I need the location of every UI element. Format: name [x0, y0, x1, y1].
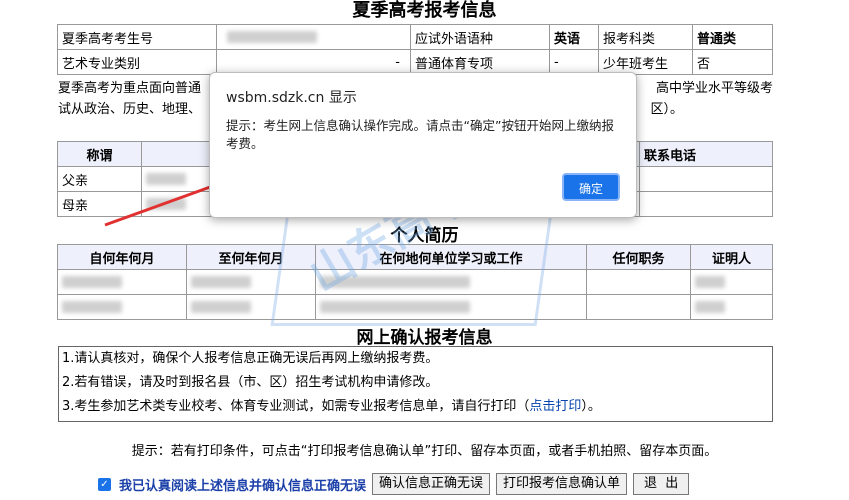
family-phone [639, 166, 773, 192]
resume-position [586, 269, 691, 295]
exam-no-value [216, 24, 411, 50]
info-table: 夏季高考考生号 应试外语语种 英语 报考科类 普通类 艺术专业类别 - 普通体育… [57, 24, 773, 75]
junior-value: 否 [692, 49, 773, 75]
exit-button[interactable]: 退 出 [633, 473, 690, 495]
notice-item-2: 2.若有错误，请及时到报名县（市、区）招生考试机构申请修改。 [62, 375, 439, 390]
art-label: 艺术专业类别 [57, 49, 217, 75]
redacted-value [695, 301, 725, 313]
dialog-message: 提示：考生网上信息确认操作完成。请点击“确定”按钮开始网上缴纳报考费。 [226, 118, 614, 151]
subject-value: 普通类 [692, 24, 773, 50]
resume-position [586, 294, 691, 320]
confirm-info-button[interactable]: 确认信息正确无误 [372, 473, 491, 495]
redacted-value [695, 276, 725, 288]
resume-witness [690, 269, 773, 295]
notice-box: 1.请认真核对，确保个人报考信息正确无误后再网上缴纳报考费。 2.若有错误，请及… [58, 346, 773, 422]
intro-line1-right: 高中学业水平等级考 [655, 81, 773, 96]
alert-dialog: wsbm.sdzk.cn 显示 提示：考生网上信息确认操作完成。请点击“确定”按… [209, 72, 637, 218]
exam-no-label: 夏季高考考生号 [57, 24, 217, 50]
redacted-value [62, 301, 122, 313]
intro-line2-right: 区）。 [650, 102, 683, 117]
online-confirm-title: 网上确认报考信息 [356, 328, 493, 348]
redacted-value [62, 276, 122, 288]
resume-witness [690, 294, 773, 320]
notice-item-3: 3.考生参加艺术类专业校考、体育专业测试，如需专业报考信息单，请自行打印（点击打… [59, 395, 772, 419]
resume-from [57, 269, 187, 295]
resume-header-witness: 证明人 [690, 244, 773, 270]
print-link[interactable]: 点击打印 [529, 399, 581, 414]
foreign-lang-value: 英语 [549, 24, 599, 50]
bottom-bar: ✓ 我已认真阅读上述信息并确认信息正确无误 确认信息正确无误 打印报考信息确认单… [98, 473, 695, 495]
family-header-phone: 联系电话 [639, 141, 773, 167]
foreign-lang-label: 应试外语语种 [410, 24, 550, 50]
pe-value: - [549, 49, 599, 75]
print-confirmation-button[interactable]: 打印报考信息确认单 [496, 473, 628, 495]
confirm-checkbox-label[interactable]: 我已认真阅读上述信息并确认信息正确无误 [119, 475, 366, 494]
pe-label: 普通体育专项 [410, 49, 550, 75]
print-tip: 提示：若有打印条件，可点击“打印报考信息确认单”打印、留存本页面，或者手机拍照、… [131, 444, 718, 459]
redacted-value [227, 31, 317, 43]
notice-item-3-suffix: ）。 [581, 399, 601, 414]
resume-header-position: 任何职务 [586, 244, 691, 270]
resume-header-from: 自何年何月 [57, 244, 187, 270]
art-value: - [216, 49, 411, 75]
redacted-value [191, 276, 251, 288]
family-phone [639, 191, 773, 217]
resume-from [57, 294, 187, 320]
intro-line2-left: 试从政治、历史、地理、 [58, 102, 202, 117]
ok-button[interactable]: 确定 [562, 173, 620, 201]
dialog-title: wsbm.sdzk.cn 显示 [226, 90, 357, 106]
redacted-value [191, 301, 251, 313]
junior-label: 少年班考生 [598, 49, 693, 75]
notice-item-1: 1.请认真核对，确保个人报考信息正确无误后再网上缴纳报考费。 [62, 351, 439, 366]
intro-line1-left: 夏季高考为重点面向普通 [58, 81, 202, 96]
page-title: 夏季高考报考信息 [352, 0, 497, 21]
subject-label: 报考科类 [598, 24, 693, 50]
notice-item-3-prefix: 3.考生参加艺术类专业校考、体育专业测试，如需专业报考信息单，请自行打印（ [62, 399, 530, 414]
confirm-checkbox[interactable]: ✓ [98, 477, 111, 491]
